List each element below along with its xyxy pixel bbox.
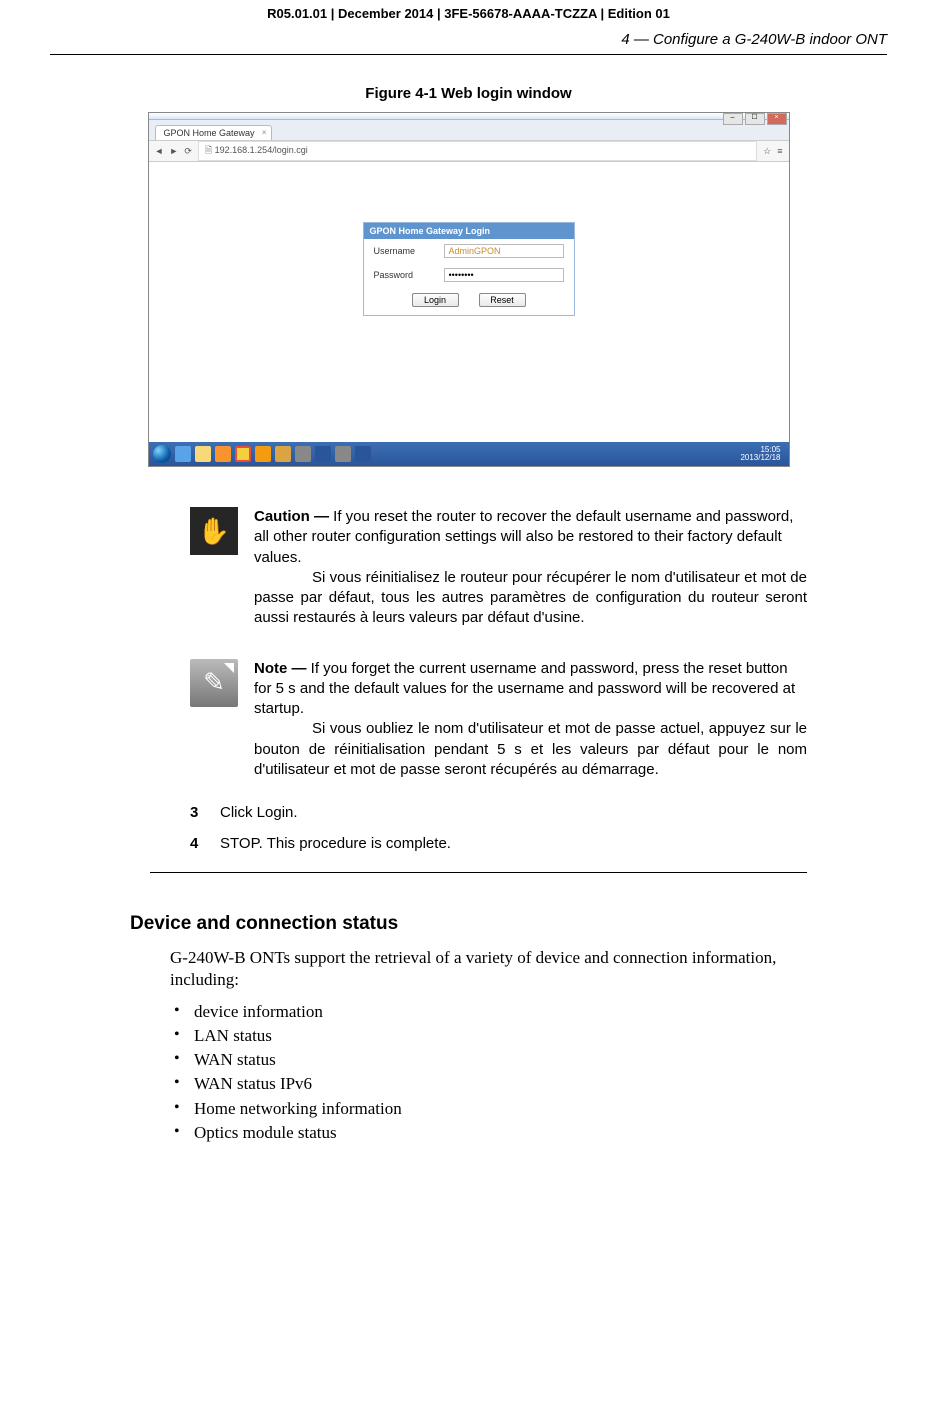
address-bar-row: ◄ ► ⟳ 🗎 192.168.1.254/login.cgi ☆ ≡: [149, 141, 789, 162]
minimize-icon[interactable]: –: [723, 113, 743, 125]
username-row: Username AdminGPON: [364, 239, 574, 263]
taskbar-firefox-icon[interactable]: [215, 446, 231, 462]
reset-button[interactable]: Reset: [479, 293, 526, 307]
list-item: WAN status IPv6: [170, 1073, 807, 1095]
step-number: 3: [190, 804, 206, 821]
caution-en: If you reset the router to recover the d…: [254, 508, 793, 566]
step-number: 4: [190, 835, 206, 852]
start-orb-icon[interactable]: [153, 445, 171, 463]
page-icon: 🗎: [205, 145, 215, 155]
taskbar-chrome-icon[interactable]: [235, 446, 251, 462]
nav-back-icon[interactable]: ◄: [155, 146, 164, 156]
step-4: 4 STOP. This procedure is complete.: [190, 835, 807, 852]
note-en: If you forget the current username and p…: [254, 660, 795, 718]
password-row: Password ••••••••: [364, 263, 574, 287]
note-text: Note — If you forget the current usernam…: [254, 659, 807, 781]
taskbar: 15:05 2013/12/18: [149, 442, 789, 466]
url-text: 192.168.1.254/login.cgi: [215, 145, 308, 155]
close-icon[interactable]: ×: [767, 113, 787, 125]
list-item: LAN status: [170, 1025, 807, 1047]
section-body: G-240W-B ONTs support the retrieval of a…: [170, 947, 807, 1144]
web-login-screenshot: – ☐ × GPON Home Gateway × ◄ ► ⟳ 🗎 192.16…: [148, 112, 790, 467]
login-panel: GPON Home Gateway Login Username AdminGP…: [363, 222, 575, 316]
tab-close-icon[interactable]: ×: [262, 128, 267, 137]
browser-tab[interactable]: GPON Home Gateway ×: [155, 125, 272, 140]
caution-lead: Caution —: [254, 508, 333, 525]
bullet-list: device information LAN status WAN status…: [170, 1001, 807, 1144]
window-titlebar: [149, 113, 789, 120]
caution-text: Caution — If you reset the router to rec…: [254, 507, 807, 629]
clock-date: 2013/12/18: [740, 454, 780, 462]
caution-block: ✋ Caution — If you reset the router to r…: [190, 507, 807, 629]
window-buttons: – ☐ ×: [723, 113, 787, 125]
username-label: Username: [374, 246, 434, 256]
bookmark-icon[interactable]: ☆: [763, 146, 771, 157]
login-buttons: Login Reset: [364, 287, 574, 315]
username-input[interactable]: AdminGPON: [444, 244, 564, 258]
step-text: STOP. This procedure is complete.: [220, 835, 451, 852]
reload-icon[interactable]: ⟳: [184, 146, 192, 157]
taskbar-app2-icon[interactable]: [335, 446, 351, 462]
taskbar-outlook-icon[interactable]: [275, 446, 291, 462]
taskbar-explorer-icon[interactable]: [195, 446, 211, 462]
taskbar-word2-icon[interactable]: [355, 446, 371, 462]
divider: [50, 54, 887, 55]
note-fr: Si vous oubliez le nom d'utilisateur et …: [254, 720, 807, 778]
caution-fr: Si vous réinitialisez le routeur pour ré…: [254, 569, 807, 627]
note-icon: ✎: [190, 659, 238, 707]
note-lead: Note —: [254, 660, 311, 677]
chapter-title: 4 — Configure a G-240W-B indoor ONT: [50, 31, 887, 54]
step-text: Click Login.: [220, 804, 298, 821]
doc-info: R05.01.01 | December 2014 | 3FE-56678-AA…: [50, 0, 887, 31]
login-button[interactable]: Login: [412, 293, 459, 307]
taskbar-ie-icon[interactable]: [175, 446, 191, 462]
address-bar[interactable]: 🗎 192.168.1.254/login.cgi: [198, 141, 757, 161]
procedure-steps: 3 Click Login. 4 STOP. This procedure is…: [190, 804, 807, 852]
step-3: 3 Click Login.: [190, 804, 807, 821]
list-item: WAN status: [170, 1049, 807, 1071]
note-block: ✎ Note — If you forget the current usern…: [190, 659, 807, 781]
browser-tabs: GPON Home Gateway ×: [149, 120, 789, 141]
login-panel-title: GPON Home Gateway Login: [364, 223, 574, 239]
section-intro: G-240W-B ONTs support the retrieval of a…: [170, 947, 807, 991]
list-item: Home networking information: [170, 1098, 807, 1120]
password-label: Password: [374, 270, 434, 280]
password-input[interactable]: ••••••••: [444, 268, 564, 282]
taskbar-clock[interactable]: 15:05 2013/12/18: [740, 446, 784, 462]
tab-title: GPON Home Gateway: [164, 128, 255, 138]
list-item: Optics module status: [170, 1122, 807, 1144]
list-item: device information: [170, 1001, 807, 1023]
maximize-icon[interactable]: ☐: [745, 113, 765, 125]
taskbar-media-icon[interactable]: [255, 446, 271, 462]
procedure-end-divider: [150, 872, 807, 873]
caution-icon: ✋: [190, 507, 238, 555]
taskbar-app-icon[interactable]: [295, 446, 311, 462]
menu-icon[interactable]: ≡: [777, 146, 782, 156]
section-heading: Device and connection status: [130, 913, 887, 935]
nav-forward-icon[interactable]: ►: [169, 146, 178, 156]
page-body: GPON Home Gateway Login Username AdminGP…: [149, 162, 789, 442]
taskbar-word-icon[interactable]: [315, 446, 331, 462]
figure-caption: Figure 4-1 Web login window: [50, 85, 887, 102]
